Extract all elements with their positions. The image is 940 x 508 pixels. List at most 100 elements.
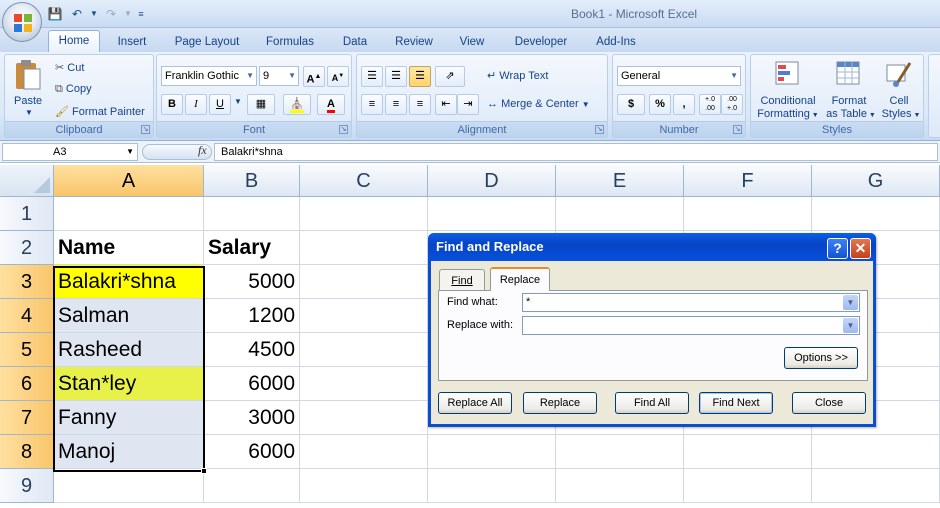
cell-f8[interactable] [684,435,812,469]
cell-f9[interactable] [684,469,812,503]
tab-data[interactable]: Data [338,32,372,52]
underline-dropdown-icon[interactable]: ▼ [234,97,242,106]
find-all-button[interactable]: Find All [615,392,689,414]
alignment-launcher-icon[interactable]: ↘ [595,125,604,134]
cell-d8[interactable] [428,435,556,469]
redo-dropdown-icon[interactable]: ▼ [124,5,132,23]
cell-b1[interactable] [204,197,300,231]
cell-c5[interactable] [300,333,428,367]
row-header-7[interactable]: 7 [0,401,54,435]
align-middle-button[interactable]: ☰ [385,66,407,87]
italic-button[interactable]: I [185,94,207,115]
column-header-d[interactable]: D [428,165,556,197]
cell-a1[interactable] [54,197,204,231]
cell-b9[interactable] [204,469,300,503]
customize-qat-icon[interactable]: ≡ [136,5,146,23]
decrease-indent-button[interactable]: ⇤ [435,94,457,115]
currency-button[interactable]: $ [617,94,645,115]
cell-a5[interactable]: Rasheed [54,333,204,367]
cell-c3[interactable] [300,265,428,299]
column-header-g[interactable]: G [812,165,940,197]
find-what-input[interactable]: * ▼ [522,293,860,312]
column-header-b[interactable]: B [204,165,300,197]
tab-replace[interactable]: Replace [490,267,550,291]
tab-find[interactable]: Find [439,269,485,291]
align-bottom-button[interactable]: ☰ [409,66,431,87]
merge-center-button[interactable]: ↔ Merge & Center ▼ [487,98,590,110]
tab-page-layout[interactable]: Page Layout [170,32,244,52]
tab-insert[interactable]: Insert [112,32,152,52]
wrap-text-button[interactable]: ↵ Wrap Text [487,69,548,82]
replace-button[interactable]: Replace [523,392,597,414]
format-painter-button[interactable]: 🖌 Format Painter [55,105,145,118]
cell-a9[interactable] [54,469,204,503]
bold-button[interactable]: B [161,94,183,115]
row-header-8[interactable]: 8 [0,435,54,469]
office-button[interactable] [2,2,42,42]
cell-a3[interactable]: Balakri*shna [54,265,204,299]
number-format-select[interactable]: General ▼ [617,66,741,86]
select-all-button[interactable] [0,165,54,197]
borders-button[interactable]: ▦ [247,94,275,115]
cell-d1[interactable] [428,197,556,231]
increase-indent-button[interactable]: ⇥ [457,94,479,115]
column-header-a[interactable]: A [54,165,204,197]
cell-e8[interactable] [556,435,684,469]
column-header-f[interactable]: F [684,165,812,197]
cell-g8[interactable] [812,435,940,469]
tab-formulas[interactable]: Formulas [262,32,318,52]
cell-a8[interactable]: Manoj [54,435,204,469]
clipboard-launcher-icon[interactable]: ↘ [141,125,150,134]
row-header-5[interactable]: 5 [0,333,54,367]
save-icon[interactable]: 💾 [46,5,64,23]
cell-b5[interactable]: 4500 [204,333,300,367]
cell-b6[interactable]: 6000 [204,367,300,401]
tab-review[interactable]: Review [392,32,436,52]
fill-handle[interactable] [201,468,207,474]
cell-g9[interactable] [812,469,940,503]
redo-icon[interactable]: ↷ [102,5,120,23]
chevron-down-icon[interactable]: ▼ [843,295,858,310]
cell-e9[interactable] [556,469,684,503]
close-dialog-button[interactable]: ✕ [850,238,871,259]
font-name-select[interactable]: Franklin Gothic ▼ [161,66,257,86]
column-header-e[interactable]: E [556,165,684,197]
cell-e1[interactable] [556,197,684,231]
decrease-decimal-button[interactable]: .00 +.0 [721,94,743,115]
cell-b2[interactable]: Salary [204,231,300,265]
paste-button[interactable]: Paste [14,95,42,107]
column-header-c[interactable]: C [300,165,428,197]
undo-icon[interactable]: ↶ [68,5,86,23]
comma-button[interactable]: , [673,94,695,115]
align-right-button[interactable]: ≡ [409,94,431,115]
replace-all-button[interactable]: Replace All [438,392,512,414]
cell-c8[interactable] [300,435,428,469]
font-launcher-icon[interactable]: ↘ [339,125,348,134]
cell-c9[interactable] [300,469,428,503]
insert-function-icon[interactable]: fx [198,143,207,158]
tab-home[interactable]: Home [48,30,100,52]
tab-view[interactable]: View [456,32,488,52]
number-launcher-icon[interactable]: ↘ [733,125,742,134]
dialog-title-bar[interactable]: Find and Replace [428,233,876,261]
cut-button[interactable]: ✂ Cut [55,61,84,74]
conditional-formatting-button[interactable]: Conditional Formatting ▼ [755,59,821,123]
cell-a2[interactable]: Name [54,231,204,265]
cell-c6[interactable] [300,367,428,401]
increase-decimal-button[interactable]: +.0 .00 [699,94,721,115]
cell-a4[interactable]: Salman [54,299,204,333]
cell-a6[interactable]: Stan*ley [54,367,204,401]
align-center-button[interactable]: ≡ [385,94,407,115]
row-header-4[interactable]: 4 [0,299,54,333]
formula-input[interactable]: Balakri*shna [214,143,938,161]
cell-b3[interactable]: 5000 [204,265,300,299]
percent-button[interactable]: % [649,94,671,115]
cell-f1[interactable] [684,197,812,231]
row-header-3[interactable]: 3 [0,265,54,299]
font-color-button[interactable]: A [317,94,345,115]
row-header-2[interactable]: 2 [0,231,54,265]
tab-add-ins[interactable]: Add-Ins [592,32,640,52]
tab-developer[interactable]: Developer [510,32,572,52]
cell-a7[interactable]: Fanny [54,401,204,435]
help-button[interactable]: ? [827,238,848,259]
